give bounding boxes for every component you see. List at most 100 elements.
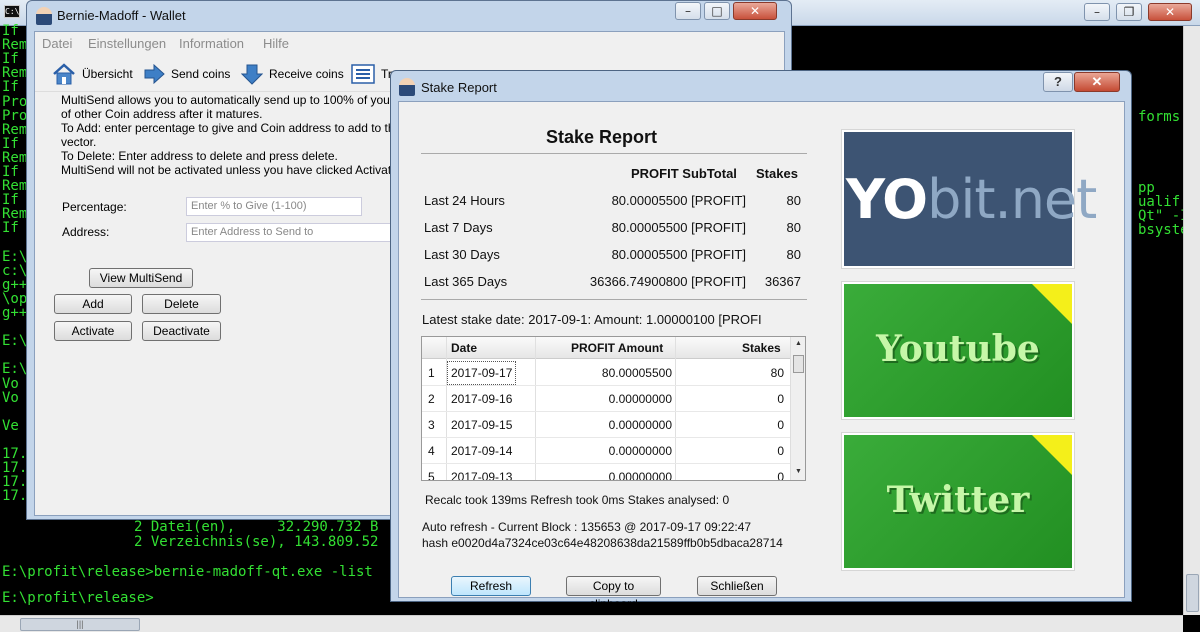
console-line: Rem: [2, 37, 28, 54]
console-line: Vo: [2, 389, 19, 406]
summary-subtotal: 80.00005500 [PROFIT]: [611, 193, 746, 208]
activate-button[interactable]: Activate: [54, 321, 132, 341]
table-header: Date PROFIT Amount Stakes: [422, 337, 790, 359]
yobit-banner[interactable]: YObit.net: [841, 129, 1097, 269]
console-line: \op: [2, 290, 28, 307]
add-button[interactable]: Add: [54, 294, 132, 314]
close-button[interactable]: Schließen: [697, 576, 777, 596]
yobit-logo-text: bit.net: [927, 168, 1097, 231]
console-hscroll-thumb[interactable]: |||: [20, 618, 140, 631]
wallet-minimize-button[interactable]: –: [675, 2, 701, 20]
banner-corner-icon: [1032, 435, 1072, 475]
delete-button[interactable]: Delete: [142, 294, 221, 314]
summary-stakes: 80: [786, 220, 801, 235]
row-date: 2017-09-17: [447, 361, 517, 385]
row-stakes: 0: [777, 418, 784, 432]
twitter-banner[interactable]: Twitter: [841, 432, 1075, 571]
wallet-close-button[interactable]: ✕: [733, 2, 777, 20]
address-label: Address:: [62, 225, 110, 239]
youtube-banner-bg: Youtube: [844, 284, 1072, 417]
stakes-column-header[interactable]: Stakes: [742, 341, 781, 355]
multisend-line: To Delete: Enter address to delete and p…: [61, 149, 338, 163]
console-line: 17.: [2, 488, 28, 505]
stake-window-title: Stake Report: [421, 80, 497, 95]
console-horizontal-scrollbar[interactable]: |||: [0, 615, 1183, 632]
summary-subtotal: 36366.74900800 [PROFIT]: [589, 274, 746, 289]
amount-column-header[interactable]: PROFIT Amount: [571, 341, 663, 355]
scroll-down-icon[interactable]: ▼: [795, 468, 802, 475]
table-row[interactable]: 1 2017-09-17 80.00005500 80: [422, 360, 790, 386]
date-column-header[interactable]: Date: [451, 341, 477, 355]
address-input[interactable]: Enter Address to Send to: [186, 223, 396, 242]
row-amount: 0.00000000: [608, 444, 672, 458]
send-coins-label: Send coins: [171, 67, 231, 81]
table-scrollbar[interactable]: ▲ ▼: [790, 337, 805, 480]
profit-subtotal-header: PROFIT SubTotal: [631, 166, 737, 181]
menu-information[interactable]: Information: [179, 36, 244, 51]
twitter-banner-bg: Twitter: [844, 435, 1072, 568]
summary-label: Last 30 Days: [424, 247, 500, 262]
stake-history-table[interactable]: Date PROFIT Amount Stakes 1 2017-09-17 8…: [421, 336, 806, 481]
deactivate-button[interactable]: Deactivate: [142, 321, 221, 341]
menu-datei[interactable]: Datei: [42, 36, 72, 51]
console-prompt-line2: E:\profit\release>: [2, 590, 154, 606]
youtube-banner[interactable]: Youtube: [841, 281, 1075, 420]
console-vscroll-thumb[interactable]: [1186, 574, 1199, 612]
table-row[interactable]: 2 2017-09-16 0.00000000 0: [422, 386, 790, 412]
summary-stakes: 80: [786, 193, 801, 208]
console-line: Vo: [2, 375, 19, 392]
receive-coins-button[interactable]: Receive coins: [241, 62, 344, 86]
summary-label: Last 24 Hours: [424, 193, 505, 208]
view-multisend-button[interactable]: View MultiSend: [89, 268, 193, 288]
table-row[interactable]: 3 2017-09-15 0.00000000 0: [422, 412, 790, 438]
row-date: 2017-09-13: [451, 470, 513, 481]
divider: [421, 153, 807, 154]
send-coins-button[interactable]: Send coins: [143, 62, 230, 86]
console-line: pp: [1138, 179, 1155, 196]
table-scroll-thumb[interactable]: [793, 355, 804, 373]
timing-text: Recalc took 139ms Refresh took 0ms Stake…: [425, 493, 730, 507]
yobit-logo-text: YO: [846, 168, 928, 231]
console-line: E:\: [2, 248, 28, 265]
summary-label: Last 7 Days: [424, 220, 493, 235]
console-line: 17.: [2, 446, 28, 462]
scroll-up-icon[interactable]: ▲: [795, 340, 802, 347]
row-number: 3: [428, 418, 435, 432]
stake-report-heading: Stake Report: [546, 127, 658, 147]
wallet-maximize-button[interactable]: □: [704, 2, 730, 20]
menu-einstellungen[interactable]: Einstellungen: [88, 36, 166, 51]
console-minimize-button[interactable]: –: [1084, 3, 1110, 21]
stakes-header: Stakes: [756, 166, 798, 181]
console-line: Rem: [2, 121, 28, 138]
multisend-line: MultiSend allows you to automatically se…: [61, 93, 407, 107]
console-close-button[interactable]: ✕: [1148, 3, 1192, 21]
row-stakes: 0: [777, 392, 784, 406]
dialog-close-button[interactable]: ✕: [1074, 72, 1120, 92]
console-line: Pro: [2, 93, 28, 110]
console-line: If: [2, 220, 19, 237]
summary-subtotal: 80.00005500 [PROFIT]: [611, 220, 746, 235]
multisend-line: of other Coin address after it matures.: [61, 107, 263, 121]
wallet-title: Bernie-Madoff - Wallet: [57, 8, 186, 23]
refresh-button[interactable]: Refresh: [451, 576, 531, 596]
table-row[interactable]: 5 2017-09-13 0.00000000 0: [422, 464, 790, 481]
latest-stake-text: Latest stake date: 2017-09-1: Amount: 1.…: [422, 312, 762, 327]
overview-button[interactable]: Übersicht: [52, 62, 133, 86]
copy-to-clipboard-button[interactable]: Copy to clipboard: [566, 576, 661, 611]
receive-coins-label: Receive coins: [269, 67, 344, 81]
console-line: Rem: [2, 149, 28, 166]
summary-stakes: 36367: [764, 274, 801, 289]
percentage-input[interactable]: Enter % to Give (1-100): [186, 197, 362, 216]
arrow-down-icon: [241, 64, 263, 85]
menu-hilfe[interactable]: Hilfe: [263, 36, 289, 51]
row-number: 2: [428, 392, 435, 406]
console-maximize-button[interactable]: ❐: [1116, 3, 1142, 21]
stake-report-body: Stake Report PROFIT SubTotal Stakes Last…: [398, 101, 1125, 611]
console-vertical-scrollbar[interactable]: [1183, 26, 1200, 615]
row-stakes: 0: [777, 444, 784, 458]
multisend-line: vector.: [61, 135, 97, 149]
console-line: E:\: [2, 361, 28, 378]
help-button[interactable]: ?: [1043, 72, 1073, 92]
console-line: If: [2, 79, 19, 96]
table-row[interactable]: 4 2017-09-14 0.00000000 0: [422, 438, 790, 464]
